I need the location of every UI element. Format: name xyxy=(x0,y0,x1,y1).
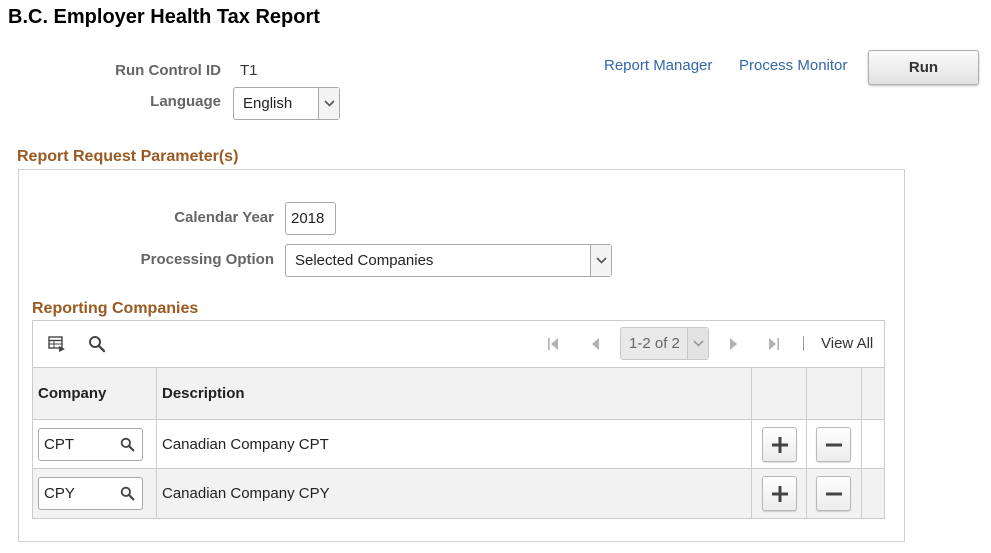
minus-icon xyxy=(825,492,842,495)
calendar-year-input[interactable]: 2018 xyxy=(285,202,336,235)
table-row: CPT Canadian Company CPT xyxy=(33,420,884,469)
report-manager-link[interactable]: Report Manager xyxy=(604,57,712,74)
add-row-button[interactable] xyxy=(762,427,797,462)
column-divider xyxy=(751,367,752,518)
process-monitor-link[interactable]: Process Monitor xyxy=(739,57,847,74)
calendar-year-label: Calendar Year xyxy=(174,209,274,226)
search-icon[interactable] xyxy=(87,334,107,354)
column-header-company[interactable]: Company xyxy=(38,385,106,402)
previous-page-icon[interactable] xyxy=(587,335,603,353)
company-description: Canadian Company CPY xyxy=(162,485,330,502)
first-page-icon[interactable] xyxy=(545,335,561,353)
minus-icon xyxy=(825,443,842,446)
view-all-link[interactable]: View All xyxy=(821,335,873,352)
run-control-id-value: T1 xyxy=(240,62,258,79)
chevron-down-icon[interactable] xyxy=(687,328,708,359)
last-page-icon[interactable] xyxy=(766,335,782,353)
company-value: CPY xyxy=(44,485,75,502)
toolbar-divider xyxy=(803,336,804,351)
plus-icon xyxy=(771,485,788,502)
chevron-down-icon[interactable] xyxy=(318,88,339,119)
grid-header-row: Company Description xyxy=(33,367,884,420)
processing-option-select[interactable]: Selected Companies xyxy=(285,244,612,277)
language-label: Language xyxy=(150,93,221,110)
language-select-value: English xyxy=(243,95,293,112)
processing-option-label: Processing Option xyxy=(140,251,274,268)
run-button[interactable]: Run xyxy=(868,50,979,85)
grid-personalize-icon[interactable] xyxy=(47,334,67,354)
column-divider xyxy=(861,367,862,518)
grid-toolbar: 1-2 of 2 View All xyxy=(33,321,884,367)
run-control-id-label: Run Control ID xyxy=(115,62,221,79)
company-input[interactable]: CPT xyxy=(38,428,143,461)
company-value: CPT xyxy=(44,436,74,453)
report-request-parameters-title: Report Request Parameter(s) xyxy=(17,148,239,165)
company-description: Canadian Company CPT xyxy=(162,436,329,453)
next-page-icon[interactable] xyxy=(726,335,742,353)
plus-icon xyxy=(771,436,788,453)
search-icon[interactable] xyxy=(119,436,135,452)
delete-row-button[interactable] xyxy=(816,476,851,511)
column-divider xyxy=(806,367,807,518)
reporting-companies-title: Reporting Companies xyxy=(32,300,199,317)
add-row-button[interactable] xyxy=(762,476,797,511)
pager-range-select[interactable]: 1-2 of 2 xyxy=(620,327,709,360)
delete-row-button[interactable] xyxy=(816,427,851,462)
column-divider xyxy=(156,367,157,518)
company-input[interactable]: CPY xyxy=(38,477,143,510)
search-icon[interactable] xyxy=(119,485,135,501)
language-select[interactable]: English xyxy=(233,87,340,120)
page-title: B.C. Employer Health Tax Report xyxy=(8,6,320,28)
table-row: CPY Canadian Company CPY xyxy=(33,469,884,518)
chevron-down-icon[interactable] xyxy=(590,245,611,276)
reporting-companies-grid: 1-2 of 2 View All Company Description CP… xyxy=(32,320,885,519)
pager-range-text: 1-2 of 2 xyxy=(629,335,680,352)
processing-option-value: Selected Companies xyxy=(295,252,434,269)
column-header-description[interactable]: Description xyxy=(162,385,245,402)
